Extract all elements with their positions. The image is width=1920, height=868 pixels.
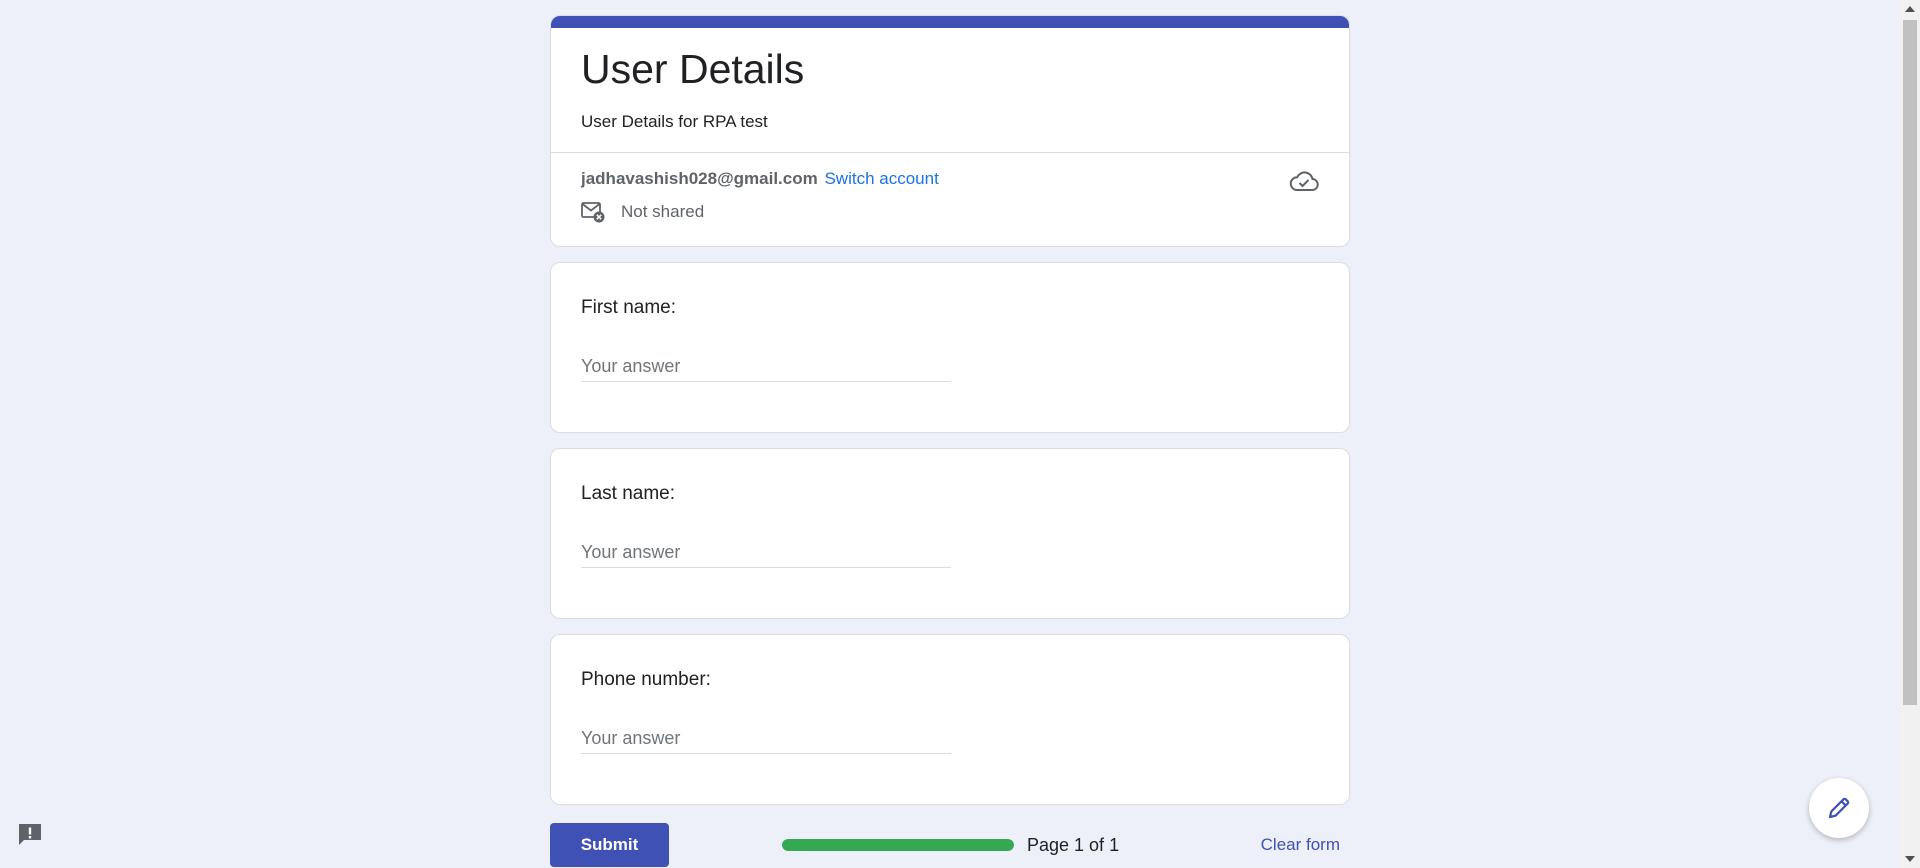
edit-button[interactable]: [1809, 778, 1869, 838]
question-card-phone-number: Phone number:: [550, 634, 1350, 805]
account-section: jadhavashish028@gmail.com Switch account…: [551, 153, 1349, 246]
not-shared-row: Not shared: [581, 201, 1319, 223]
question-card-first-name: First name:: [550, 262, 1350, 433]
account-line: jadhavashish028@gmail.com Switch account: [581, 169, 1319, 189]
form-description: User Details for RPA test: [581, 112, 768, 131]
page-scrollbar[interactable]: [1900, 0, 1920, 868]
page-indicator: Page 1 of 1: [1027, 835, 1120, 855]
last-name-input[interactable]: [581, 537, 951, 568]
question-card-last-name: Last name:: [550, 448, 1350, 619]
cloud-check-icon: [1289, 171, 1319, 191]
question-label-first-name: First name:: [581, 297, 677, 318]
pencil-icon: [1828, 797, 1850, 819]
question-label-phone-number: Phone number:: [581, 669, 711, 690]
form-header: User Details User Details for RPA test: [551, 28, 1349, 153]
switch-account-link[interactable]: Switch account: [824, 169, 938, 188]
first-name-input[interactable]: [581, 351, 951, 382]
scroll-up-arrow[interactable]: [1905, 6, 1915, 12]
feedback-button[interactable]: [16, 821, 44, 854]
form-title: User Details: [581, 46, 805, 92]
header-accent-bar: [551, 16, 1349, 28]
progress-bar: [782, 839, 1014, 851]
clear-form-button[interactable]: Clear form: [1261, 835, 1340, 855]
scroll-down-arrow[interactable]: [1905, 856, 1915, 862]
scrollbar-thumb[interactable]: [1903, 20, 1917, 705]
progress-bar-fill: [782, 839, 1014, 851]
form-footer: Submit Page 1 of 1 Clear form: [550, 823, 1350, 867]
form-container: User Details User Details for RPA test j…: [550, 15, 1350, 805]
mail-x-icon: [581, 202, 605, 223]
feedback-exclamation-icon: [19, 824, 41, 845]
submit-button[interactable]: Submit: [550, 823, 669, 867]
question-label-last-name: Last name:: [581, 483, 675, 504]
phone-number-input[interactable]: [581, 723, 951, 754]
form-header-card: User Details User Details for RPA test j…: [550, 15, 1350, 247]
not-shared-label: Not shared: [621, 202, 705, 221]
account-email: jadhavashish028@gmail.com: [581, 169, 818, 188]
